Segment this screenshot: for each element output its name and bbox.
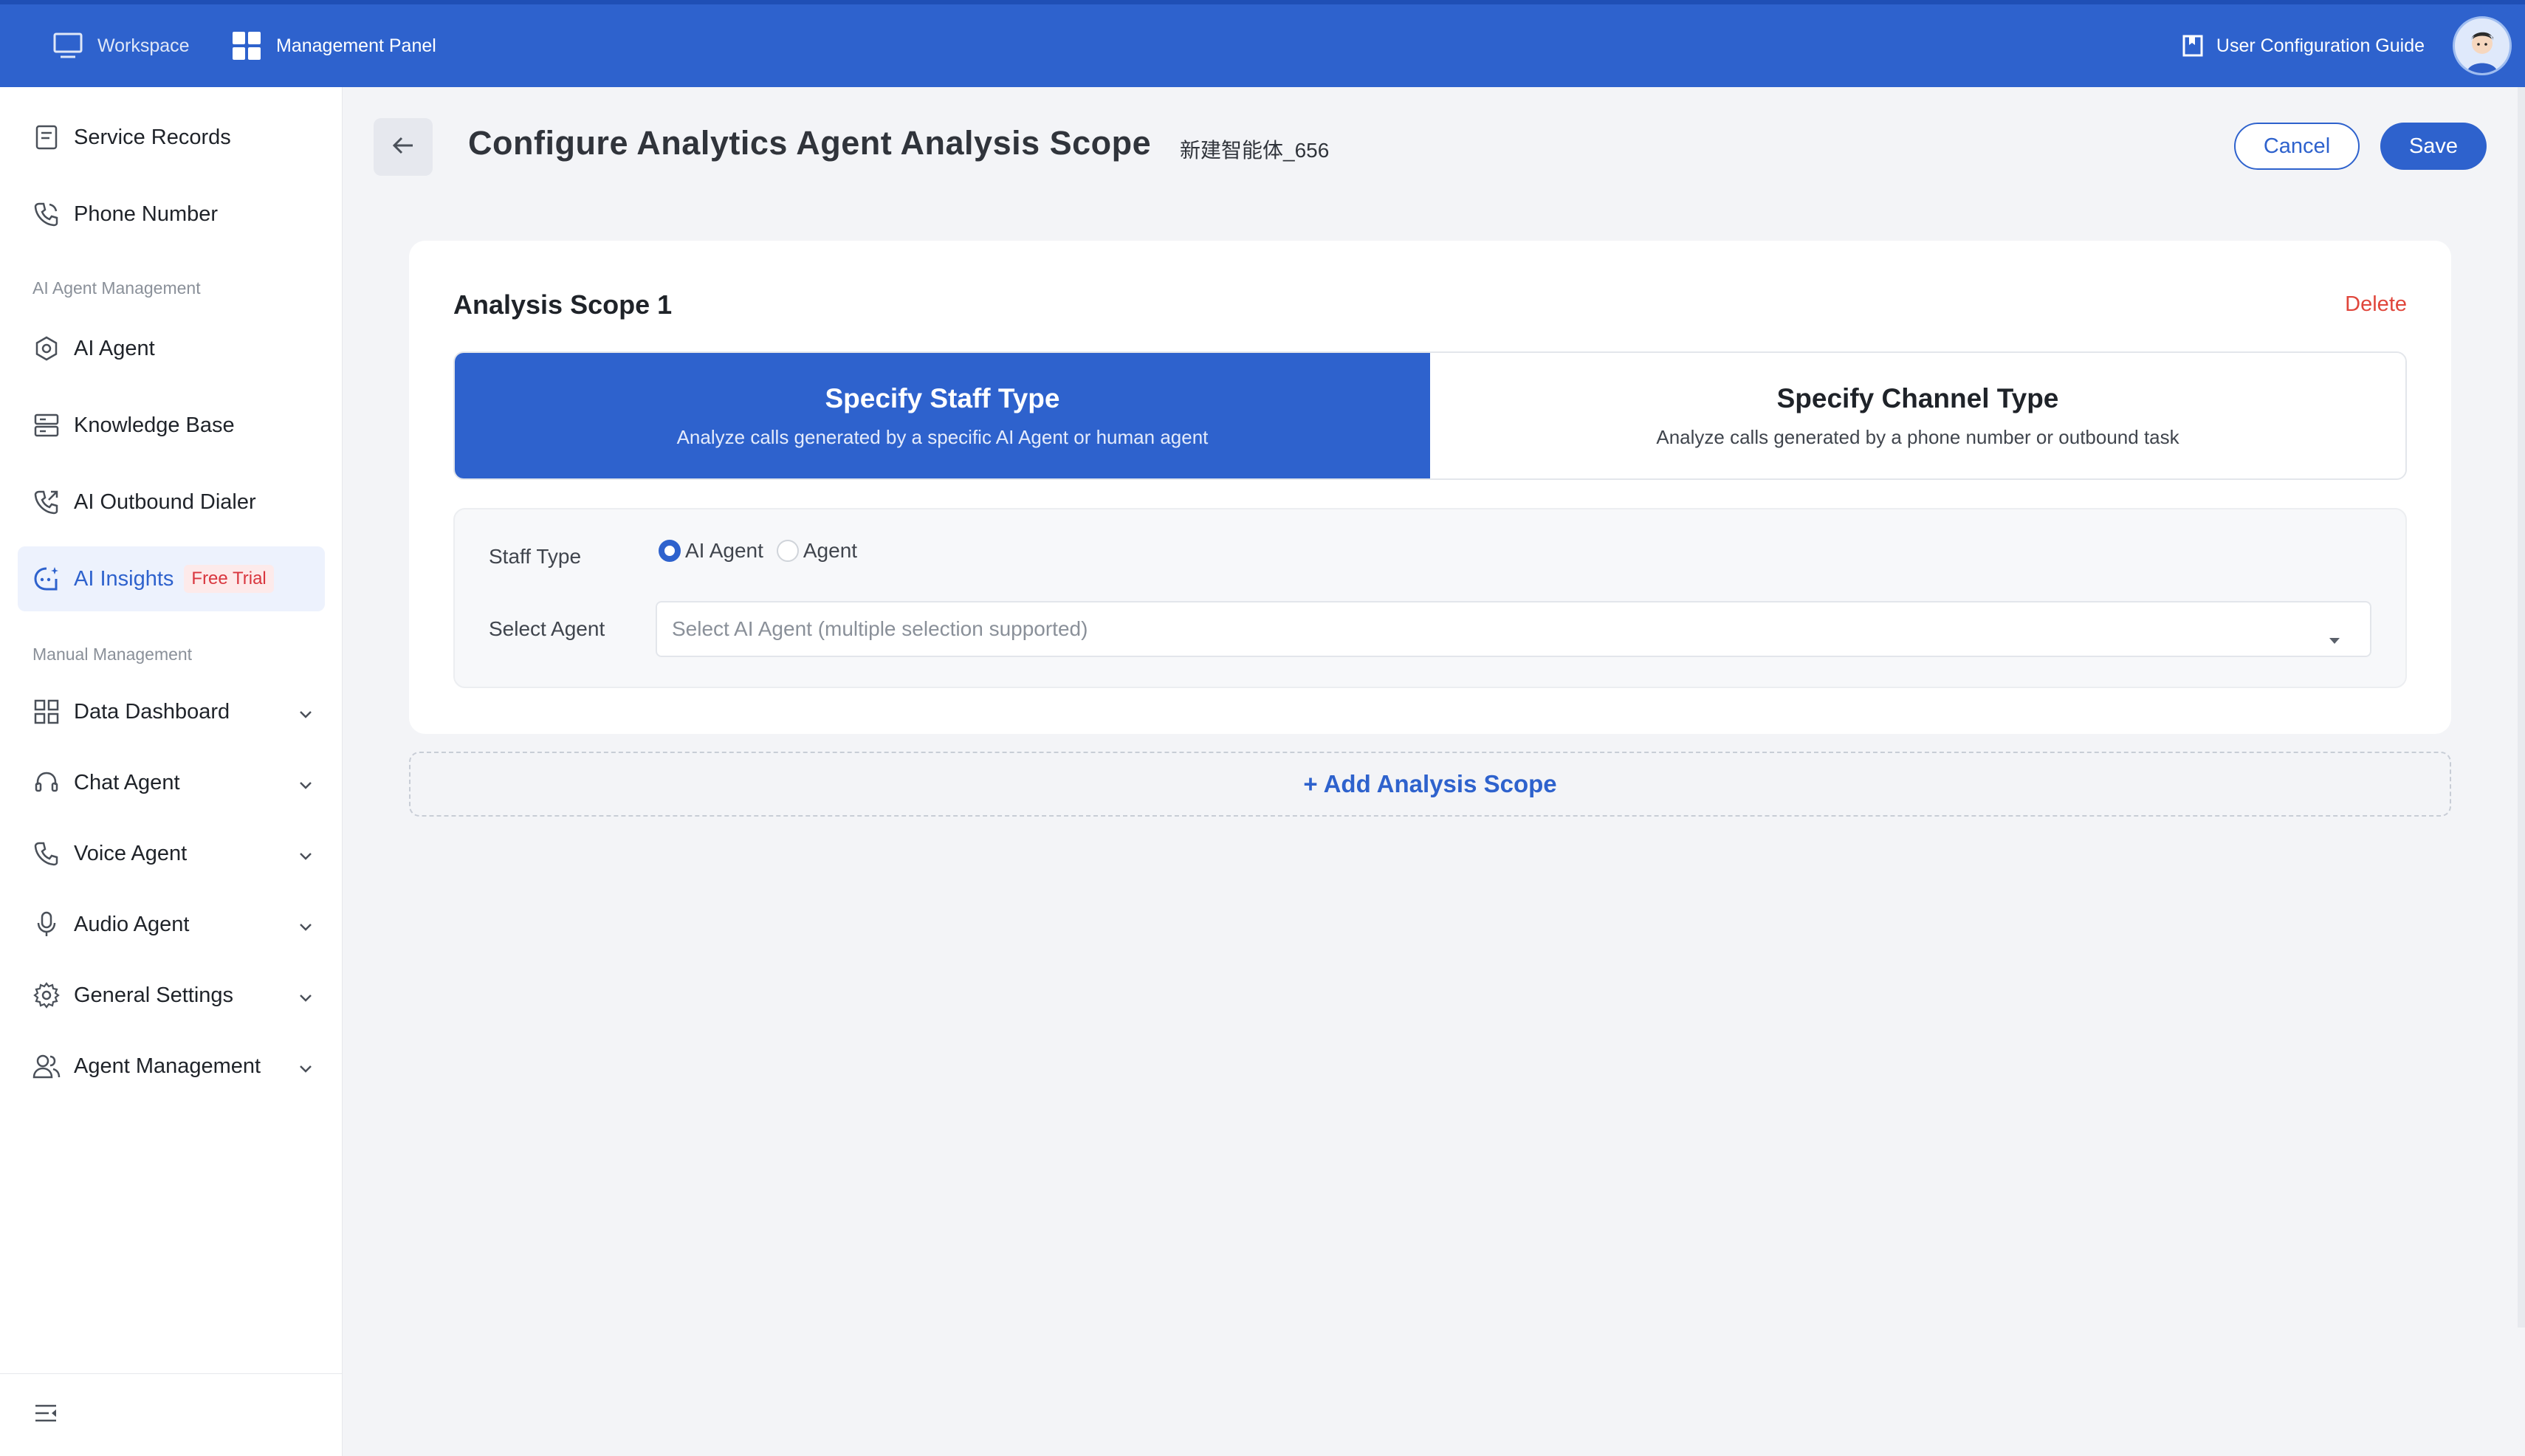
chevron-down-icon: [298, 985, 313, 1009]
select-agent-label: Select Agent: [489, 617, 605, 640]
sidebar-item-voice-agent[interactable]: Voice Agent: [18, 821, 325, 886]
sidebar-item-label: Audio Agent: [74, 912, 190, 936]
tab-management-panel[interactable]: Management Panel: [232, 4, 436, 87]
sidebar-item-label: Service Records: [74, 125, 231, 149]
add-analysis-scope-button[interactable]: + Add Analysis Scope: [409, 752, 2451, 817]
radio-ai-agent[interactable]: AI Agent: [659, 539, 763, 563]
monitor-icon: [53, 32, 83, 59]
user-guide-link[interactable]: User Configuration Guide: [2182, 35, 2425, 57]
user-guide-label: User Configuration Guide: [2216, 35, 2425, 56]
save-button[interactable]: Save: [2380, 123, 2487, 170]
sidebar-item-label: Phone Number: [74, 202, 219, 226]
sidebar: Service Records Phone Number AI Agent Ma…: [0, 87, 343, 1456]
top-bar: Workspace Management Panel User Configur…: [0, 0, 2525, 87]
radio-unchecked-icon[interactable]: [776, 540, 799, 562]
analysis-scope-title: Analysis Scope 1: [453, 289, 673, 320]
gear-icon: [32, 981, 61, 1009]
analysis-scope-card: Analysis Scope 1 Delete Specify Staff Ty…: [409, 241, 2451, 734]
sidebar-item-label: AI Agent: [74, 336, 155, 360]
sidebar-item-label: General Settings: [74, 983, 234, 1007]
sidebar-item-audio-agent[interactable]: Audio Agent: [18, 892, 325, 957]
database-icon: [32, 411, 61, 439]
tab-workspace[interactable]: Workspace: [53, 4, 190, 87]
sidebar-item-service-records[interactable]: Service Records: [18, 105, 325, 170]
select-agent-dropdown[interactable]: Select AI Agent (multiple selection supp…: [656, 601, 2371, 657]
sidebar-item-label: Chat Agent: [74, 770, 180, 794]
chevron-down-icon: [298, 843, 313, 868]
sidebar-item-label: AI Outbound Dialer: [74, 490, 256, 514]
scope-type-tabs: Specify Staff Type Analyze calls generat…: [453, 351, 2407, 480]
sidebar-item-ai-insights[interactable]: AI Insights Free Trial: [18, 546, 325, 611]
insights-icon: [32, 565, 61, 593]
sidebar-item-general-settings[interactable]: General Settings: [18, 963, 325, 1028]
tab-specify-staff-type[interactable]: Specify Staff Type Analyze calls generat…: [455, 353, 1430, 478]
free-trial-badge: Free Trial: [184, 565, 274, 593]
staff-type-radio-group: AI Agent Agent: [659, 539, 870, 563]
page-title: Configure Analytics Agent Analysis Scope: [468, 124, 1152, 162]
sidebar-item-chat-agent[interactable]: Chat Agent: [18, 750, 325, 815]
headset-icon: [32, 769, 61, 797]
tab-specify-channel-type[interactable]: Specify Channel Type Analyze calls gener…: [1430, 353, 2405, 478]
chevron-down-icon: [298, 914, 313, 938]
select-placeholder: Select AI Agent (multiple selection supp…: [672, 617, 1088, 640]
sidebar-item-data-dashboard[interactable]: Data Dashboard: [18, 679, 325, 744]
agent-name: 新建智能体_656: [1180, 139, 1330, 162]
tab-description: Analyze calls generated by a phone numbe…: [1656, 425, 2179, 448]
sidebar-item-knowledge-base[interactable]: Knowledge Base: [18, 393, 325, 458]
sidebar-item-label: Knowledge Base: [74, 413, 235, 437]
sidebar-item-label: AI Insights: [74, 566, 174, 591]
hexagon-gear-icon: [32, 334, 61, 363]
delete-scope-button[interactable]: Delete: [2345, 292, 2407, 317]
sidebar-item-agent-management[interactable]: Agent Management: [18, 1034, 325, 1099]
page-scrollbar[interactable]: [2518, 87, 2525, 1328]
caret-down-icon: [2329, 626, 2340, 650]
radio-agent[interactable]: Agent: [776, 539, 858, 563]
sidebar-item-label: Voice Agent: [74, 841, 188, 865]
radio-label: AI Agent: [685, 539, 763, 562]
phone-icon: [32, 200, 61, 228]
sidebar-item-ai-agent[interactable]: AI Agent: [18, 316, 325, 381]
chevron-down-icon: [298, 1056, 313, 1080]
sidebar-item-ai-outbound-dialer[interactable]: AI Outbound Dialer: [18, 470, 325, 535]
microphone-icon: [32, 910, 61, 938]
sidebar-item-label: Agent Management: [74, 1054, 261, 1078]
chevron-down-icon: [298, 772, 313, 797]
collapse-menu-icon[interactable]: [34, 1404, 58, 1426]
sidebar-item-phone-number[interactable]: Phone Number: [18, 182, 325, 247]
book-icon: [2182, 35, 2203, 57]
tab-management-panel-label: Management Panel: [276, 35, 436, 56]
sidebar-item-label: Data Dashboard: [74, 699, 230, 724]
back-button[interactable]: [374, 118, 433, 176]
tab-title: Specify Channel Type: [1776, 382, 2059, 413]
grid-icon: [32, 698, 61, 726]
tab-workspace-label: Workspace: [97, 35, 190, 56]
grid-icon: [232, 31, 261, 61]
cancel-button[interactable]: Cancel: [2234, 123, 2360, 170]
phone-icon: [32, 839, 61, 868]
document-icon: [32, 123, 61, 151]
radio-label: Agent: [803, 539, 858, 562]
radio-checked-icon[interactable]: [659, 540, 681, 562]
tab-title: Specify Staff Type: [825, 382, 1060, 413]
arrow-left-icon: [392, 136, 414, 159]
section-label-manual: Manual Management: [32, 645, 193, 664]
section-label-ai: AI Agent Management: [32, 278, 201, 298]
user-avatar-icon: [2467, 32, 2498, 73]
users-icon: [32, 1052, 61, 1080]
avatar[interactable]: [2453, 16, 2512, 75]
sidebar-footer: [0, 1373, 343, 1456]
tab-description: Analyze calls generated by a specific AI…: [676, 425, 1209, 448]
staff-type-form: Staff Type AI Agent Agent Select Agent S…: [453, 508, 2407, 688]
staff-type-label: Staff Type: [489, 545, 582, 568]
chevron-down-icon: [298, 701, 313, 726]
phone-outgoing-icon: [32, 488, 61, 516]
